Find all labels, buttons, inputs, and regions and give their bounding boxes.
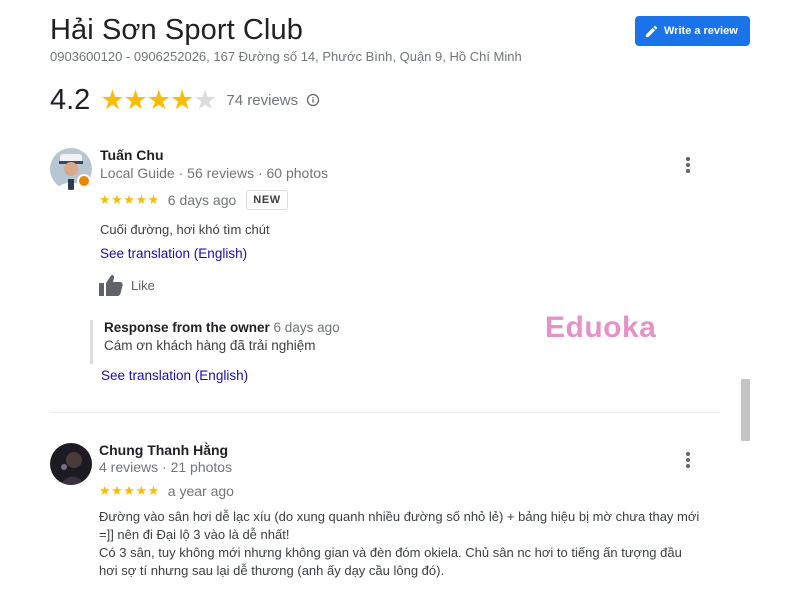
write-review-label: Write a review — [664, 25, 738, 37]
rating-summary: 4.2 ★★★★★ 74 reviews — [50, 82, 320, 118]
review-text: Đường vào sân hơi dễ lạc xíu (do xung qu… — [99, 508, 739, 580]
see-translation-link[interactable]: See translation (English) — [100, 246, 247, 261]
review-stars: ★★★★★ — [99, 483, 160, 498]
review-count[interactable]: 74 reviews — [226, 92, 298, 109]
reviewer-meta[interactable]: 4 reviews · 21 photos — [99, 459, 232, 475]
review-text: Cuối đường, hơi khó tìm chút — [100, 222, 270, 237]
pencil-icon — [645, 25, 658, 37]
more-options-icon[interactable] — [680, 155, 696, 175]
review-text-line: Đường vào sân hơi dễ lạc xíu (do xung qu… — [99, 509, 700, 524]
more-options-icon[interactable] — [680, 450, 696, 470]
owner-response-text: Cám ơn khách hàng đã trải nghiệm — [104, 338, 316, 353]
review-divider — [50, 412, 720, 413]
business-contact: 0903600120 - 0906252026, 167 Đường số 14… — [50, 49, 522, 64]
local-guide-badge-icon — [77, 174, 91, 188]
average-stars: ★★★★★ — [100, 84, 217, 115]
new-badge: NEW — [246, 190, 288, 210]
review-rating-line: ★★★★★ a year ago — [99, 483, 234, 499]
review-text-line: hơi sợ tí nhưng sau lại dễ thương (anh ấ… — [99, 563, 445, 578]
review-time: a year ago — [167, 483, 234, 499]
reviewer-name[interactable]: Tuấn Chu — [100, 147, 164, 163]
owner-response-label: Response from the owner — [104, 320, 270, 335]
review-text-line: =]] nên đi Đại lộ 3 vào là dễ nhất! — [99, 527, 290, 542]
business-title: Hải Sơn Sport Club — [50, 14, 303, 46]
review-time: 6 days ago — [167, 192, 237, 208]
avatar[interactable] — [50, 443, 92, 485]
review-stars: ★★★★★ — [99, 192, 160, 207]
scrollbar-thumb[interactable] — [741, 379, 750, 441]
watermark-logo: Eduoka — [545, 311, 657, 344]
owner-response-time: 6 days ago — [273, 320, 340, 335]
thumbs-up-icon — [99, 275, 123, 296]
reviewer-meta[interactable]: Local Guide · 56 reviews · 60 photos — [100, 165, 328, 181]
review-rating-line: ★★★★★ 6 days ago NEW — [99, 190, 288, 210]
owner-response: Response from the owner 6 days ago Cám ơ… — [90, 320, 390, 364]
owner-response-header: Response from the owner 6 days ago — [104, 320, 390, 335]
like-label: Like — [131, 277, 155, 293]
info-icon[interactable] — [306, 93, 320, 107]
owner-see-translation-link[interactable]: See translation (English) — [101, 368, 248, 383]
average-rating: 4.2 — [50, 83, 91, 116]
write-review-button[interactable]: Write a review — [635, 16, 750, 46]
like-button[interactable]: Like — [99, 274, 155, 296]
reviewer-name[interactable]: Chung Thanh Hằng — [99, 442, 228, 458]
review-text-line: Có 3 sân, tuy không mới nhưng không gian… — [99, 545, 682, 560]
